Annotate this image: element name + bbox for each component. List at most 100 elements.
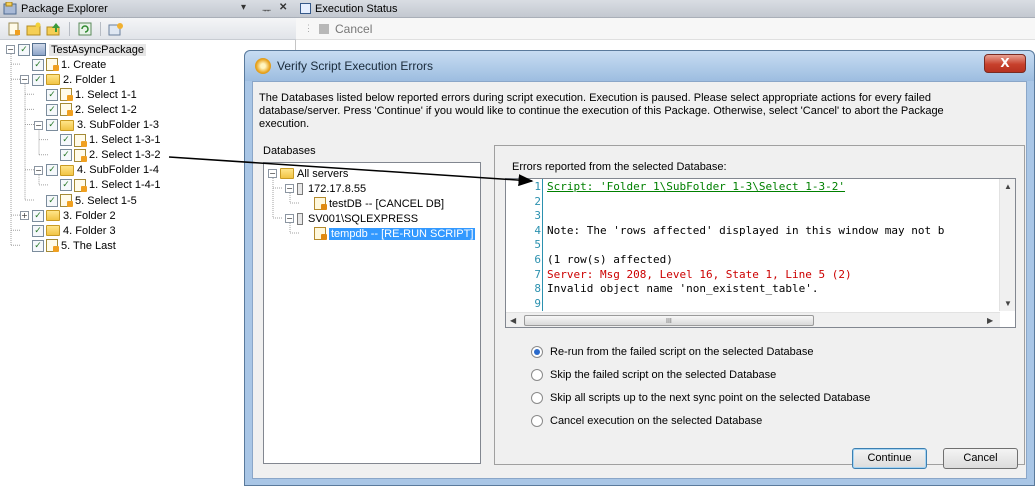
radio-button[interactable] <box>531 369 543 381</box>
action-option-label: Cancel execution on the selected Databas… <box>550 415 763 427</box>
database-tree-label: tempdb -- [RE-RUN SCRIPT] <box>329 227 476 240</box>
vertical-scrollbar[interactable]: ▲ ▼ <box>999 179 1015 311</box>
tree-item-checkbox[interactable]: ✓ <box>32 224 44 237</box>
execution-cancel-button[interactable]: Cancel <box>335 22 372 36</box>
expand-icon[interactable]: + <box>20 211 29 221</box>
action-option-label: Re-run from the failed script on the sel… <box>550 346 814 358</box>
tree-item[interactable]: + ✓ 3. Folder 2 <box>20 208 116 223</box>
new-script-icon[interactable] <box>6 21 22 37</box>
database-tree-item[interactable]: tempdb -- [RE-RUN SCRIPT] <box>314 226 476 241</box>
collapse-icon[interactable]: − <box>285 184 294 193</box>
script-icon <box>74 178 87 192</box>
collapse-icon[interactable]: − <box>6 45 15 54</box>
tree-item[interactable]: − ✓ 2. Folder 1 <box>20 72 116 87</box>
error-output-editor[interactable]: 123456789 Script: 'Folder 1\SubFolder 1-… <box>505 178 1016 328</box>
folder-icon <box>280 168 294 179</box>
tree-item-label: 2. Select 1-3-2 <box>89 149 161 162</box>
close-icon[interactable]: ✕ <box>279 2 287 13</box>
dropdown-icon[interactable]: ▾ <box>241 2 246 13</box>
tree-item[interactable]: ✓ 1. Select 1-3-1 <box>60 133 161 148</box>
database-tree-label: SV001\SQLEXPRESS <box>308 212 419 225</box>
message-line: execution. <box>259 118 310 130</box>
scroll-down-icon[interactable]: ▼ <box>1004 299 1012 308</box>
action-option[interactable]: Cancel execution on the selected Databas… <box>531 413 762 429</box>
cancel-button[interactable]: Cancel <box>943 448 1018 469</box>
tree-item-checkbox[interactable]: ✓ <box>46 119 58 131</box>
pin-icon[interactable]: ᅲ <box>262 2 271 17</box>
errors-label: Errors reported from the selected Databa… <box>512 161 727 173</box>
action-option[interactable]: Skip the failed script on the selected D… <box>531 367 776 383</box>
scroll-right-icon[interactable]: ▶ <box>987 316 993 325</box>
tree-item-label: 5. Select 1-5 <box>75 194 137 207</box>
line-number: 3 <box>534 209 541 223</box>
tree-item-checkbox[interactable]: ✓ <box>32 58 44 71</box>
horizontal-scrollbar[interactable]: ◀ III ▶ <box>506 312 1000 327</box>
tree-item[interactable]: ✓ 1. Create <box>32 57 106 72</box>
tree-item-checkbox[interactable]: ✓ <box>32 209 44 222</box>
line-number: 9 <box>534 296 541 310</box>
tree-item-label: TestAsyncPackage <box>49 43 146 56</box>
stop-icon[interactable] <box>319 23 329 34</box>
refresh-icon[interactable] <box>77 21 93 37</box>
code-line: Server: Msg 208, Level 16, State 1, Line… <box>547 267 852 281</box>
execution-status-panel: Execution Status ⋮ Cancel <box>296 0 1035 40</box>
tree-item-checkbox[interactable]: ✓ <box>46 194 58 207</box>
properties-icon[interactable] <box>108 21 124 37</box>
radio-button[interactable] <box>531 415 543 427</box>
move-up-icon[interactable] <box>46 21 62 37</box>
collapse-icon[interactable]: − <box>268 169 277 178</box>
package-explorer-icon <box>2 1 18 17</box>
radio-button[interactable] <box>531 346 543 358</box>
tree-item-checkbox[interactable]: ✓ <box>60 179 72 192</box>
collapse-icon[interactable]: − <box>34 120 43 130</box>
tree-item-checkbox[interactable]: ✓ <box>60 134 72 147</box>
error-output-text: Script: 'Folder 1\SubFolder 1-3\Select 1… <box>547 179 1002 311</box>
tree-item-label: 1. Select 1-3-1 <box>89 134 161 147</box>
tree-item-checkbox[interactable]: ✓ <box>32 73 44 86</box>
folder-icon <box>60 164 74 176</box>
message-line: database/server. Press 'Continue' if you… <box>259 105 944 117</box>
tree-item[interactable]: − ✓ 3. SubFolder 1-3 <box>34 118 159 133</box>
script-icon <box>60 194 73 207</box>
script-icon <box>46 239 59 253</box>
tree-item[interactable]: ✓ 1. Select 1-1 <box>46 87 137 102</box>
horizontal-scroll-thumb[interactable]: III <box>524 315 814 326</box>
action-option[interactable]: Re-run from the failed script on the sel… <box>531 344 814 360</box>
tree-item[interactable]: − ✓ 4. SubFolder 1-4 <box>34 163 159 178</box>
tree-item-checkbox[interactable]: ✓ <box>46 164 58 177</box>
code-line: Script: 'Folder 1\SubFolder 1-3\Select 1… <box>547 180 846 193</box>
tree-item[interactable]: ✓ 4. Folder 3 <box>32 223 116 238</box>
database-tree-item[interactable]: − All servers <box>268 166 348 181</box>
execution-status-toolbar: ⋮ Cancel <box>296 18 1035 40</box>
radio-button[interactable] <box>531 392 543 404</box>
dialog-message: The Databases listed below reported erro… <box>259 92 1019 131</box>
tree-item-checkbox[interactable]: ✓ <box>46 103 58 116</box>
tree-item-checkbox[interactable]: ✓ <box>46 88 58 101</box>
script-icon <box>74 148 87 162</box>
tree-item[interactable]: ✓ 2. Select 1-3-2 <box>60 148 161 163</box>
tree-item-checkbox[interactable]: ✓ <box>32 239 44 252</box>
tree-item[interactable]: − ✓ TestAsyncPackage <box>6 42 146 57</box>
dialog-close-button[interactable]: X <box>984 54 1026 73</box>
continue-button[interactable]: Continue <box>852 448 927 469</box>
database-tree-item[interactable]: testDB -- [CANCEL DB] <box>314 196 444 211</box>
tree-item-checkbox[interactable]: ✓ <box>18 43 30 56</box>
collapse-icon[interactable]: − <box>34 165 43 175</box>
database-tree-label: All servers <box>297 167 349 180</box>
collapse-icon[interactable]: − <box>20 75 29 85</box>
collapse-icon[interactable]: − <box>285 214 294 223</box>
tree-item[interactable]: ✓ 1. Select 1-4-1 <box>60 178 161 193</box>
tree-item-label: 2. Select 1-2 <box>75 103 137 116</box>
scroll-up-icon[interactable]: ▲ <box>1004 182 1012 191</box>
scroll-left-icon[interactable]: ◀ <box>510 316 516 325</box>
tree-item[interactable]: ✓ 2. Select 1-2 <box>46 102 137 117</box>
new-folder-icon[interactable] <box>26 21 42 37</box>
tree-item[interactable]: ✓ 5. The Last <box>32 238 116 253</box>
database-tree-item[interactable]: − SV001\SQLEXPRESS <box>285 211 418 226</box>
line-number: 7 <box>534 267 541 281</box>
databases-tree[interactable]: − All servers −172.17.8.55 testDB -- [CANCE… <box>263 162 481 464</box>
tree-item[interactable]: ✓ 5. Select 1-5 <box>46 193 137 208</box>
database-tree-item[interactable]: − 172.17.8.55 <box>285 181 366 196</box>
action-option[interactable]: Skip all scripts up to the next sync poi… <box>531 390 870 406</box>
tree-item-checkbox[interactable]: ✓ <box>60 149 72 162</box>
